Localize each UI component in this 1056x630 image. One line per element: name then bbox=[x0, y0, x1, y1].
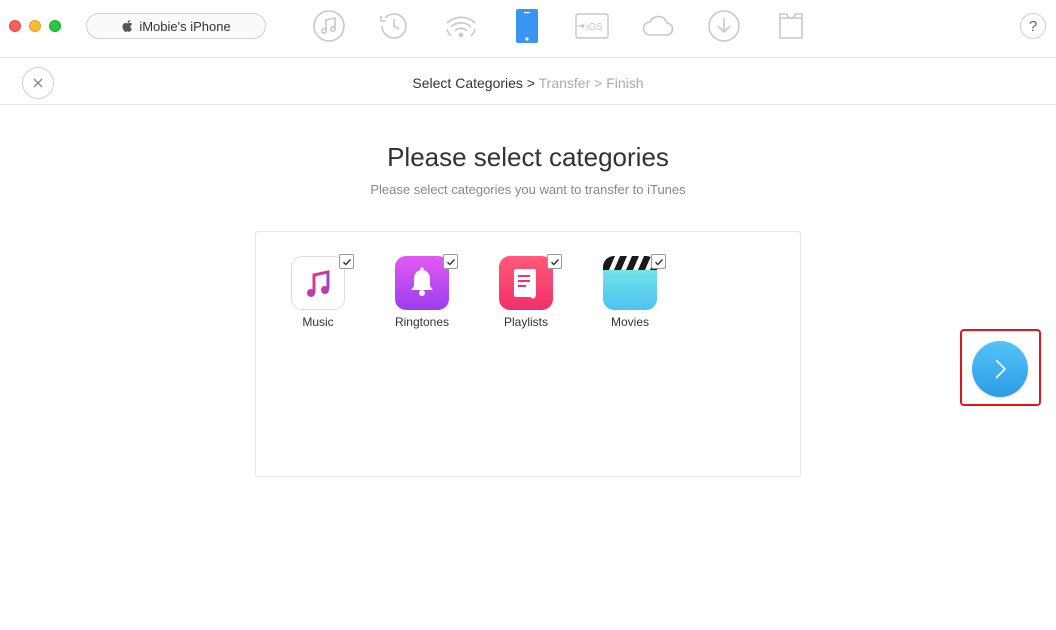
page-title: Please select categories bbox=[387, 142, 669, 172]
checkmark-icon bbox=[654, 258, 663, 266]
category-label: Movies bbox=[610, 315, 649, 329]
checkmark-icon bbox=[342, 258, 351, 266]
step-select-categories: Select Categories bbox=[412, 75, 523, 91]
iphone-device-icon[interactable] bbox=[510, 9, 544, 43]
bell-icon bbox=[395, 256, 449, 310]
app-window: iMobie's iPhone iOS ? Select Categories … bbox=[0, 0, 1056, 630]
playlist-icon bbox=[499, 256, 553, 310]
music-checkbox[interactable] bbox=[339, 254, 354, 269]
category-playlists[interactable]: Playlists bbox=[485, 254, 565, 336]
category-music[interactable]: Music bbox=[277, 254, 357, 336]
cloud-icon[interactable] bbox=[641, 9, 675, 43]
apple-logo-icon bbox=[122, 20, 133, 32]
category-label: Music bbox=[302, 315, 334, 329]
clapperboard-icon bbox=[603, 256, 657, 310]
page-subtitle: Please select categories you want to tra… bbox=[370, 182, 686, 197]
device-selector[interactable]: iMobie's iPhone bbox=[86, 13, 266, 39]
checkmark-icon bbox=[446, 258, 455, 266]
category-panel: Music Ringtones Playlists Movies bbox=[255, 231, 801, 477]
step-separator: > bbox=[526, 75, 535, 91]
step-finish: Finish bbox=[606, 75, 644, 91]
category-label: Ringtones bbox=[394, 315, 450, 329]
wifi-sync-icon[interactable] bbox=[444, 9, 478, 43]
category-label: Playlists bbox=[503, 315, 548, 329]
close-window-button[interactable] bbox=[9, 20, 21, 32]
category-movies[interactable]: Movies bbox=[589, 254, 669, 336]
to-ios-icon[interactable]: iOS bbox=[575, 9, 609, 43]
playlists-checkbox[interactable] bbox=[547, 254, 562, 269]
minimize-window-button[interactable] bbox=[29, 20, 41, 32]
checkmark-icon bbox=[550, 258, 559, 266]
ringtones-checkbox[interactable] bbox=[443, 254, 458, 269]
chevron-right-icon bbox=[995, 359, 1007, 379]
help-label: ? bbox=[1028, 17, 1038, 35]
step-bar: Select Categories > Transfer > Finish bbox=[0, 59, 1056, 105]
music-app-icon bbox=[291, 256, 345, 310]
device-name: iMobie's iPhone bbox=[139, 18, 231, 34]
step-transfer: Transfer bbox=[538, 75, 591, 91]
movies-checkbox[interactable] bbox=[651, 254, 666, 269]
music-note-icon[interactable] bbox=[312, 9, 346, 43]
next-button[interactable] bbox=[972, 341, 1028, 397]
help-button[interactable]: ? bbox=[1020, 13, 1046, 39]
history-clock-icon[interactable] bbox=[377, 9, 411, 43]
category-ringtones[interactable]: Ringtones bbox=[381, 254, 461, 336]
title-bar: iMobie's iPhone iOS ? bbox=[0, 0, 1056, 58]
download-icon[interactable] bbox=[707, 9, 741, 43]
step-separator: > bbox=[594, 75, 603, 91]
svg-text:iOS: iOS bbox=[586, 22, 603, 33]
zoom-window-button[interactable] bbox=[49, 20, 61, 32]
tshirt-icon[interactable] bbox=[774, 9, 808, 43]
breadcrumb: Select Categories > Transfer > Finish bbox=[0, 75, 1056, 91]
